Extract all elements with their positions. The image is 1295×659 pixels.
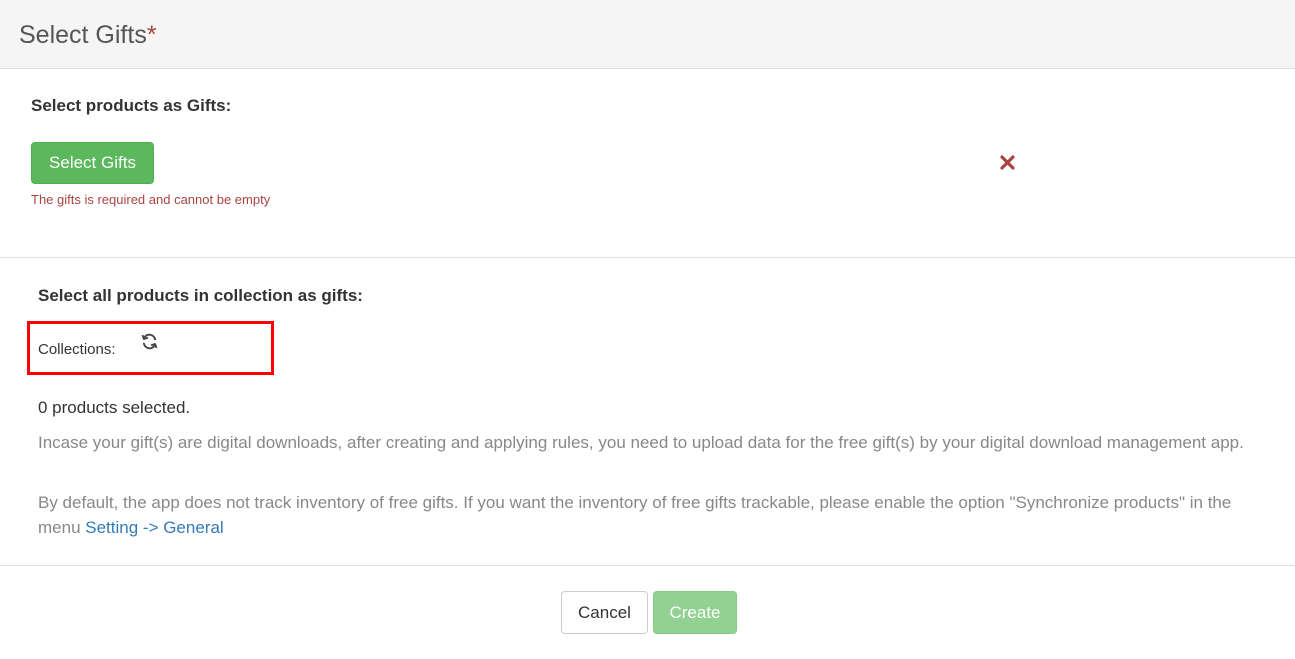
cancel-button[interactable]: Cancel	[561, 591, 648, 634]
modal-title: Select Gifts*	[19, 20, 157, 50]
collection-section-heading: Select all products in collection as gif…	[38, 286, 363, 305]
gifts-error-message: The gifts is required and cannot be empt…	[31, 192, 271, 207]
close-x-icon[interactable]	[999, 154, 1016, 171]
required-marker: *	[146, 21, 157, 49]
create-button[interactable]: Create	[653, 591, 737, 634]
digital-downloads-note: Incase your gift(s) are digital download…	[38, 433, 1244, 452]
inventory-note: By default, the app does not track inven…	[38, 490, 1268, 540]
collections-label: Collections:	[38, 341, 116, 358]
modal-title-text: Select Gifts	[19, 21, 147, 49]
setting-general-link[interactable]: Setting -> General	[85, 518, 223, 537]
section-divider	[0, 257, 1295, 258]
products-selected-count: 0 products selected.	[38, 398, 191, 417]
footer-divider	[0, 565, 1295, 566]
select-gifts-button[interactable]: Select Gifts	[31, 142, 154, 184]
modal-header: Select Gifts*	[0, 0, 1295, 69]
refresh-icon[interactable]	[140, 332, 159, 351]
gifts-section-heading: Select products as Gifts:	[31, 96, 232, 115]
